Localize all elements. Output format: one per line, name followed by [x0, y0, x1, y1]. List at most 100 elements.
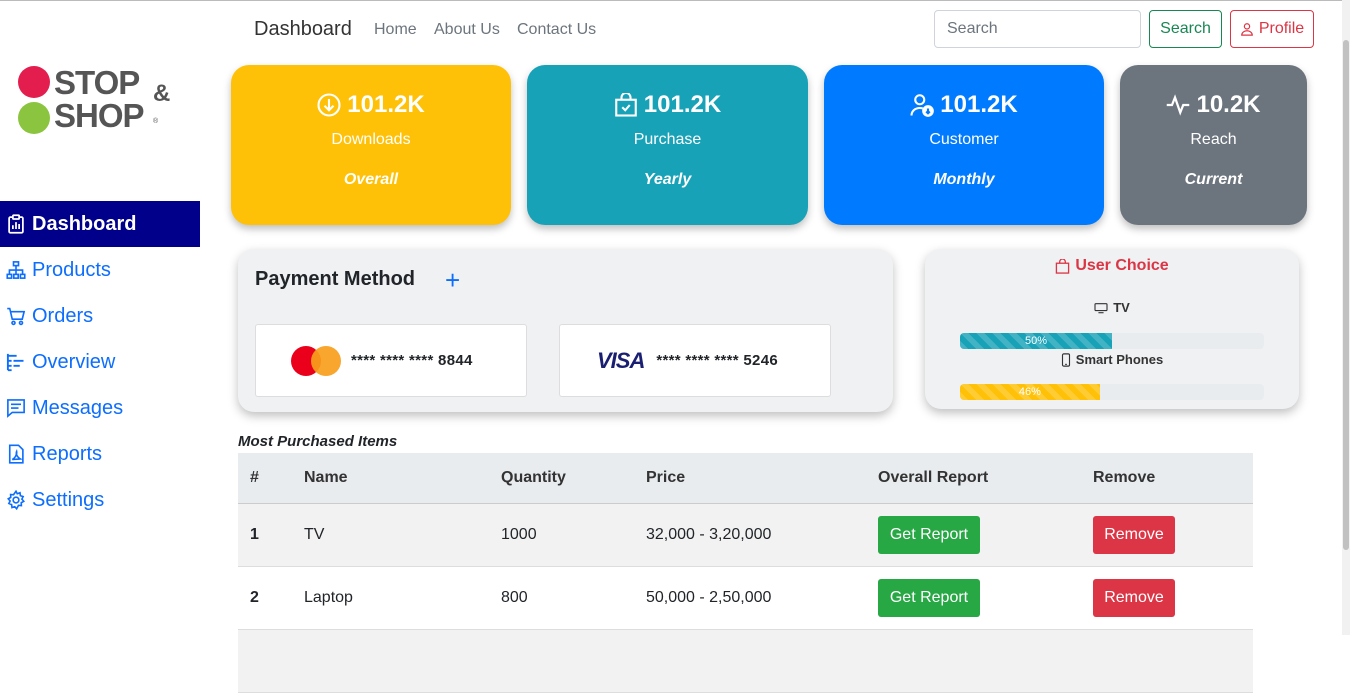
- vertical-scrollbar[interactable]: [1342, 0, 1350, 635]
- phone-icon: [1061, 352, 1070, 367]
- get-report-button[interactable]: Get Report: [878, 578, 980, 617]
- logo-ampersand: &: [153, 80, 171, 107]
- progress-bar-smart-phones: 46%: [960, 384, 1264, 400]
- nav-link-about-us[interactable]: About Us: [434, 21, 500, 39]
- stat-period: Current: [1184, 171, 1243, 188]
- progress-fill-tv: 50%: [960, 333, 1112, 349]
- sidebar-item-overview[interactable]: Overview: [0, 339, 200, 385]
- payment-card-visa[interactable]: VISA **** **** **** 5246: [559, 324, 831, 397]
- user-choice-title-text: User Choice: [1075, 257, 1169, 274]
- table-row: 1 TV 1000 32,000 - 3,20,000 Get Report R…: [238, 503, 1253, 567]
- user-choice-title: User Choice: [925, 257, 1299, 275]
- row-number: 2: [238, 566, 304, 630]
- stat-period: Overall: [343, 171, 399, 188]
- choice-label: TV: [1113, 300, 1130, 315]
- table-row-partial: [238, 629, 1253, 693]
- sidebar-item-settings[interactable]: Settings: [0, 477, 200, 523]
- stat-period: Yearly: [643, 171, 692, 188]
- sidebar-item-products[interactable]: Products: [0, 247, 200, 293]
- add-payment-button[interactable]: +: [445, 267, 460, 293]
- sidebar-item-label: Overview: [32, 350, 116, 373]
- card-number: **** **** **** 8844: [351, 352, 473, 369]
- choice-item-tv: TV: [925, 300, 1299, 315]
- stat-value: 101.2K: [347, 91, 425, 118]
- bag-check-icon: [614, 93, 637, 117]
- message-icon: [7, 399, 25, 418]
- gear-icon: [6, 490, 26, 510]
- col-header-overall-report: Overall Report: [878, 453, 1093, 504]
- sidebar-item-label: Dashboard: [32, 212, 137, 235]
- most-purchased-caption: Most Purchased Items: [238, 433, 398, 450]
- row-price: 32,000 - 3,20,000: [646, 503, 878, 567]
- activity-icon: [1167, 94, 1190, 116]
- table-row: 2 Laptop 800 50,000 - 2,50,000 Get Repor…: [238, 566, 1253, 630]
- clipboard-data-icon: [8, 214, 24, 234]
- choice-label: Smart Phones: [1075, 352, 1164, 367]
- stop-and-shop-logo: STOP SHOP & ®: [18, 66, 188, 136]
- col-header-quantity: Quantity: [501, 453, 646, 504]
- scrollbar-thumb[interactable]: [1343, 40, 1349, 550]
- user-choice-panel: User Choice TV 50% Smart Phones 46%: [925, 249, 1299, 409]
- remove-button[interactable]: Remove: [1093, 515, 1175, 554]
- search-input[interactable]: [934, 10, 1141, 48]
- choice-item-smart-phones: Smart Phones: [925, 352, 1299, 367]
- stat-label: Reach: [1190, 131, 1237, 148]
- sidebar-item-label: Settings: [32, 488, 105, 511]
- row-number: 1: [238, 503, 304, 567]
- sidebar-item-label: Orders: [32, 304, 94, 327]
- nav-link-home[interactable]: Home: [374, 21, 417, 39]
- sidebar-item-label: Messages: [32, 396, 124, 419]
- navbar-brand[interactable]: Dashboard: [254, 18, 352, 41]
- mastercard-logo-icon: [291, 345, 341, 376]
- stat-value: 101.2K: [643, 91, 722, 118]
- profile-label: Profile: [1258, 20, 1305, 37]
- list-nested-icon: [6, 353, 24, 372]
- get-report-button[interactable]: Get Report: [878, 515, 980, 554]
- stat-card-purchase: 101.2K Purchase Yearly: [527, 65, 808, 225]
- sidebar-item-reports[interactable]: Reports: [0, 431, 200, 477]
- pdf-file-icon: [8, 444, 24, 464]
- logo-word-shop: SHOP: [54, 97, 145, 134]
- row-quantity: 800: [501, 566, 646, 630]
- payment-method-panel: Payment Method + **** **** **** 8844 VIS…: [238, 249, 893, 412]
- stat-label: Downloads: [331, 131, 411, 148]
- sidebar-item-orders[interactable]: Orders: [0, 293, 200, 339]
- remove-button[interactable]: Remove: [1093, 578, 1175, 617]
- table-header-row: # Name Quantity Price Overall Report Rem…: [238, 453, 1253, 504]
- col-header-remove: Remove: [1093, 453, 1253, 504]
- sidebar-item-messages[interactable]: Messages: [0, 385, 200, 431]
- window-top-border: [0, 0, 1350, 1]
- most-purchased-table: # Name Quantity Price Overall Report Rem…: [238, 453, 1253, 693]
- row-quantity: 1000: [501, 503, 646, 567]
- progress-fill-smart-phones: 46%: [960, 384, 1100, 400]
- cart-icon: [7, 307, 26, 326]
- download-icon: [317, 93, 341, 117]
- logo-word-stop: STOP: [54, 64, 140, 101]
- nav-link-contact-us[interactable]: Contact Us: [517, 21, 596, 39]
- profile-button[interactable]: Profile: [1230, 10, 1314, 48]
- stat-value: 101.2K: [940, 91, 1018, 118]
- stat-label: Customer: [929, 131, 999, 148]
- payment-card-mastercard[interactable]: **** **** **** 8844: [255, 324, 527, 397]
- card-number: **** **** **** 5246: [656, 352, 778, 369]
- diagram-icon: [6, 261, 26, 279]
- logo-registered-mark: ®: [153, 118, 159, 125]
- stat-card-reach: 10.2K Reach Current: [1120, 65, 1307, 225]
- visa-logo-icon: VISA: [597, 347, 645, 373]
- stat-value: 10.2K: [1196, 91, 1261, 118]
- sidebar-item-label: Reports: [32, 442, 103, 465]
- stat-card-customer: 101.2K Customer Monthly: [824, 65, 1104, 225]
- progress-bar-tv: 50%: [960, 333, 1264, 349]
- col-header-name: Name: [304, 453, 501, 504]
- logo-red-dot: [18, 66, 50, 98]
- search-button[interactable]: Search: [1149, 10, 1222, 48]
- row-price: 50,000 - 2,50,000: [646, 566, 878, 630]
- payment-method-title: Payment Method: [255, 268, 416, 290]
- stat-label: Purchase: [633, 131, 702, 148]
- sidebar-item-label: Products: [32, 258, 111, 281]
- row-name: Laptop: [304, 566, 501, 630]
- stat-card-downloads: 101.2K Downloads Overall: [231, 65, 511, 225]
- col-header-price: Price: [646, 453, 878, 504]
- sidebar-item-dashboard[interactable]: Dashboard: [0, 201, 200, 247]
- bag-icon: [1056, 258, 1070, 274]
